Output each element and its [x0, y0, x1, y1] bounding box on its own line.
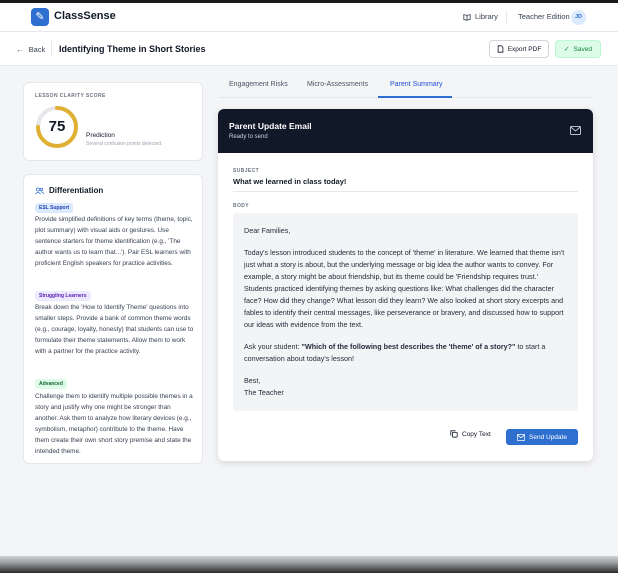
- divider: [506, 11, 507, 23]
- email-body-field[interactable]: Dear Families, Today's lesson introduced…: [233, 213, 578, 411]
- users-icon: [35, 187, 44, 194]
- logo-icon: ✎: [31, 8, 49, 26]
- tab-engagement-risks[interactable]: Engagement Risks: [229, 81, 288, 88]
- advanced-text: Challenge them to identify multiple poss…: [35, 393, 193, 455]
- book-icon: [463, 13, 471, 21]
- back-button[interactable]: ← Back: [16, 45, 45, 54]
- send-update-label: Send Update: [529, 433, 567, 441]
- body-label: BODY: [233, 203, 250, 209]
- ask-question: "Which of the following best describes t…: [301, 342, 516, 351]
- library-label: Library: [475, 12, 498, 21]
- page-title: Identifying Theme in Short Stories: [59, 44, 206, 54]
- subject-underline: [233, 191, 578, 192]
- app-name: ClassSense: [54, 10, 116, 22]
- email-signoff: Best,: [244, 376, 261, 385]
- esl-support-text: Provide simplified definitions of key te…: [35, 216, 193, 267]
- email-status: Ready to send: [229, 134, 268, 140]
- mail-icon: [517, 433, 526, 441]
- email-greeting: Dear Families,: [244, 226, 291, 235]
- library-link[interactable]: Library: [463, 12, 498, 21]
- saved-button[interactable]: ✓ Saved: [555, 40, 601, 58]
- clarity-score-value: 75: [48, 118, 66, 135]
- email-signature: The Teacher: [244, 388, 284, 397]
- struggling-learners-text: Break down the 'How to Identify Theme' q…: [35, 304, 194, 355]
- parent-email-card: Parent Update Email Ready to send SUBJEC…: [218, 109, 593, 461]
- send-update-button[interactable]: Send Update: [506, 429, 578, 445]
- edition-label: Teacher Edition: [518, 12, 570, 21]
- top-navbar: ✎ ClassSense Library Teacher Edition JD: [0, 3, 618, 32]
- arrow-left-icon: ←: [16, 45, 24, 54]
- check-icon: ✓: [564, 46, 570, 53]
- email-title: Parent Update Email: [229, 121, 312, 131]
- prediction-description: Several confusion points detected.: [86, 141, 163, 147]
- copy-text-button[interactable]: Copy Text: [450, 430, 491, 438]
- differentiation-card: Differentiation ESL Support Provide simp…: [23, 174, 203, 464]
- window-shadow: [0, 556, 618, 573]
- export-pdf-button[interactable]: Export PDF: [489, 40, 549, 58]
- avatar[interactable]: JD: [571, 10, 586, 25]
- app-window: ✎ ClassSense Library Teacher Edition JD …: [0, 3, 618, 563]
- prediction-label: Prediction: [86, 132, 115, 139]
- copy-text-label: Copy Text: [462, 430, 491, 438]
- subject-label: SUBJECT: [233, 168, 260, 174]
- advanced-tag: Advanced: [35, 379, 67, 389]
- lesson-header: ← Back Identifying Theme in Short Storie…: [0, 32, 618, 66]
- tab-bar: Engagement Risks Micro-Assessments Paren…: [218, 76, 593, 98]
- ask-prefix: Ask your student:: [244, 342, 302, 351]
- email-header: Parent Update Email Ready to send: [218, 109, 593, 153]
- tab-parent-summary[interactable]: Parent Summary: [390, 81, 443, 88]
- saved-label: Saved: [573, 45, 592, 53]
- active-tab-indicator: [378, 96, 452, 98]
- back-label: Back: [28, 45, 46, 54]
- clarity-score-card: LESSON CLARITY SCORE 75 Prediction Sever…: [23, 82, 203, 161]
- mail-icon: [570, 126, 581, 135]
- subject-field[interactable]: What we learned in class today!: [233, 177, 346, 186]
- differentiation-header: Differentiation: [35, 186, 103, 195]
- struggling-learners-tag: Struggling Learners: [35, 291, 91, 301]
- export-label: Export PDF: [507, 45, 542, 53]
- copy-icon: [450, 430, 458, 438]
- esl-support-tag: ESL Support: [35, 203, 74, 213]
- clarity-score-eyebrow: LESSON CLARITY SCORE: [35, 93, 106, 99]
- tab-micro-assessments[interactable]: Micro-Assessments: [307, 81, 368, 88]
- email-ask-line: Ask your student: "Which of the followin…: [244, 341, 567, 365]
- document-icon: [497, 45, 504, 53]
- email-paragraph: Today's lesson introduced students to th…: [244, 248, 565, 329]
- differentiation-title: Differentiation: [49, 186, 104, 195]
- divider: [51, 41, 52, 57]
